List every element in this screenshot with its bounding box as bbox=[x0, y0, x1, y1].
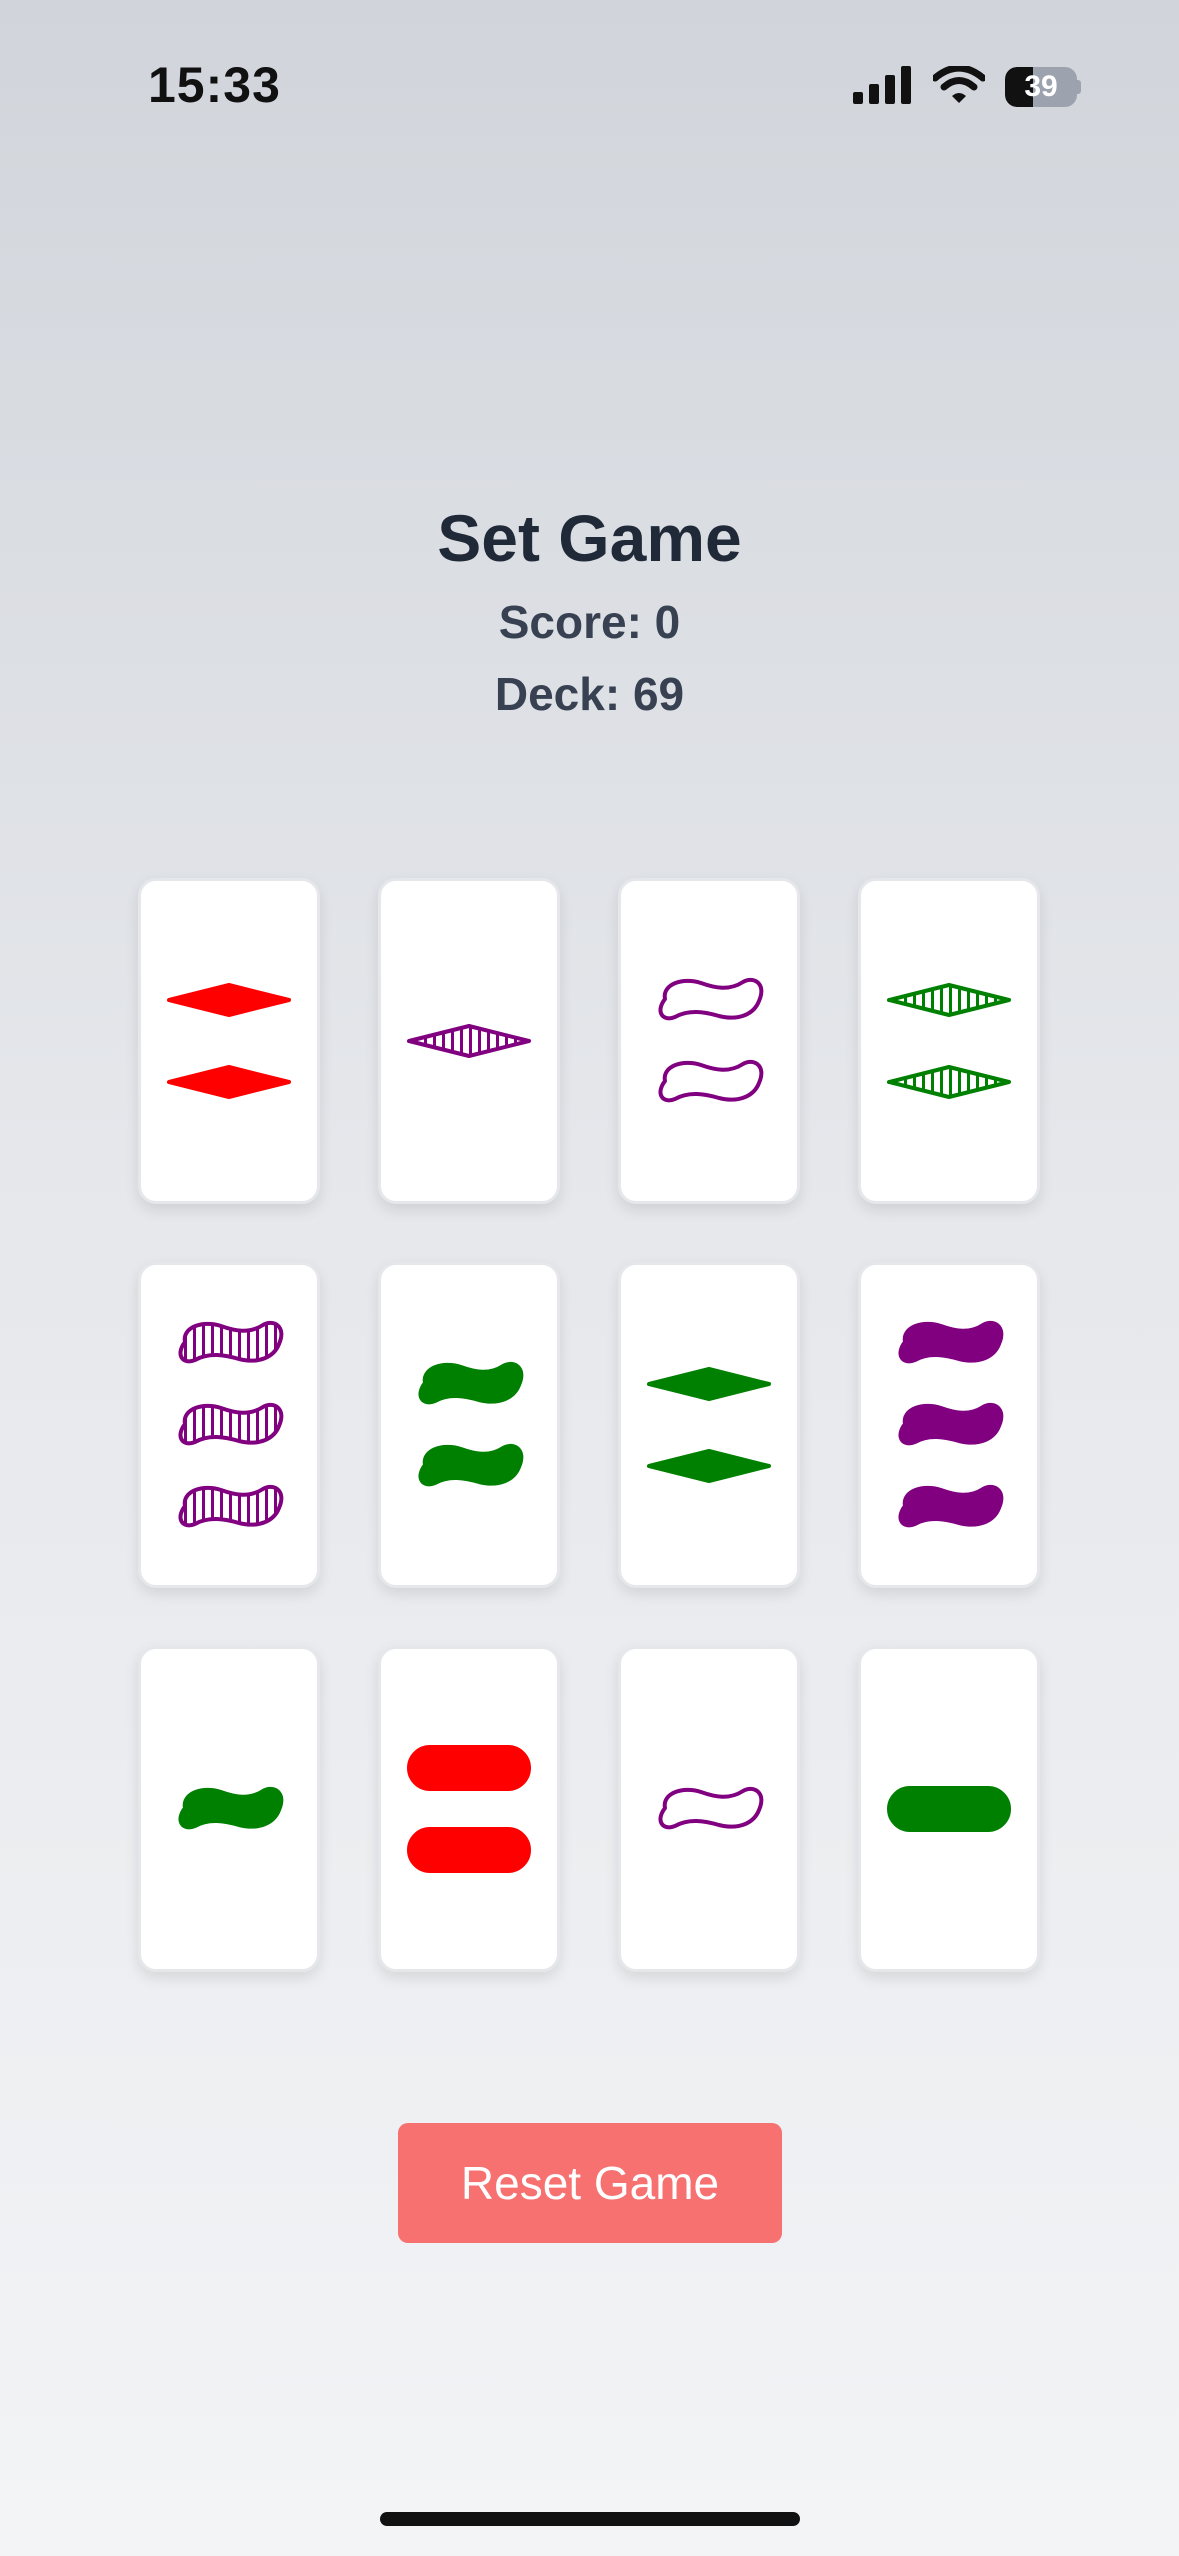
squiggle-symbols bbox=[658, 1786, 764, 1830]
deck-count-label: Deck: 69 bbox=[494, 668, 685, 720]
squiggle-symbols bbox=[418, 1361, 524, 1487]
oval-symbols bbox=[887, 1786, 1011, 1832]
score-label: Score: 0 bbox=[498, 596, 681, 648]
squiggle-symbol bbox=[658, 1059, 764, 1103]
diamond-symbol bbox=[887, 1065, 1011, 1099]
game-header: Set Game Score: 0 Deck: 69 bbox=[0, 490, 1179, 730]
diamond-symbol bbox=[647, 1367, 771, 1401]
diamond-symbol bbox=[887, 983, 1011, 1017]
page-title: Set Game bbox=[437, 501, 742, 575]
diamond-symbols bbox=[647, 1367, 771, 1483]
oval-symbol bbox=[407, 1827, 531, 1873]
set-card[interactable] bbox=[618, 878, 800, 1204]
squiggle-symbol bbox=[178, 1320, 284, 1364]
set-card[interactable] bbox=[858, 1262, 1040, 1588]
squiggle-symbol bbox=[178, 1786, 284, 1830]
squiggle-symbols bbox=[898, 1320, 1004, 1528]
diamond-symbol bbox=[407, 1024, 531, 1058]
squiggle-symbol bbox=[178, 1484, 284, 1528]
card-board bbox=[138, 878, 1042, 1972]
squiggle-symbol bbox=[658, 977, 764, 1021]
diamond-symbol bbox=[647, 1449, 771, 1483]
squiggle-symbol bbox=[898, 1484, 1004, 1528]
status-time: 15:33 bbox=[148, 57, 281, 113]
battery-icon: 39 bbox=[1005, 67, 1081, 107]
squiggle-symbols bbox=[178, 1786, 284, 1830]
wifi-icon bbox=[931, 64, 987, 109]
squiggle-symbol bbox=[418, 1443, 524, 1487]
oval-symbols bbox=[407, 1745, 531, 1873]
set-card[interactable] bbox=[378, 878, 560, 1204]
squiggle-symbol bbox=[418, 1361, 524, 1405]
squiggle-symbol bbox=[898, 1402, 1004, 1446]
set-card[interactable] bbox=[858, 1646, 1040, 1972]
squiggle-symbol bbox=[658, 1786, 764, 1830]
status-bar: 15:33 39 bbox=[0, 0, 1179, 160]
reset-game-button[interactable]: Reset Game bbox=[398, 2123, 782, 2243]
set-card[interactable] bbox=[618, 1646, 800, 1972]
squiggle-symbol bbox=[178, 1402, 284, 1446]
diamond-symbols bbox=[407, 1024, 531, 1058]
diamond-symbol bbox=[167, 1065, 291, 1099]
set-card[interactable] bbox=[378, 1262, 560, 1588]
set-card[interactable] bbox=[138, 1262, 320, 1588]
set-card[interactable] bbox=[858, 878, 1040, 1204]
status-icons: 39 bbox=[853, 62, 1081, 112]
set-card[interactable] bbox=[618, 1262, 800, 1588]
home-indicator bbox=[380, 2512, 800, 2526]
squiggle-symbol bbox=[898, 1320, 1004, 1364]
squiggle-symbols bbox=[178, 1320, 284, 1528]
diamond-symbol bbox=[167, 983, 291, 1017]
battery-level: 39 bbox=[1024, 70, 1058, 103]
set-card[interactable] bbox=[378, 1646, 560, 1972]
diamond-symbols bbox=[167, 983, 291, 1099]
squiggle-symbols bbox=[658, 977, 764, 1103]
oval-symbol bbox=[407, 1745, 531, 1791]
set-card[interactable] bbox=[138, 878, 320, 1204]
signal-icon bbox=[853, 65, 913, 109]
diamond-symbols bbox=[887, 983, 1011, 1099]
set-card[interactable] bbox=[138, 1646, 320, 1972]
oval-symbol bbox=[887, 1786, 1011, 1832]
